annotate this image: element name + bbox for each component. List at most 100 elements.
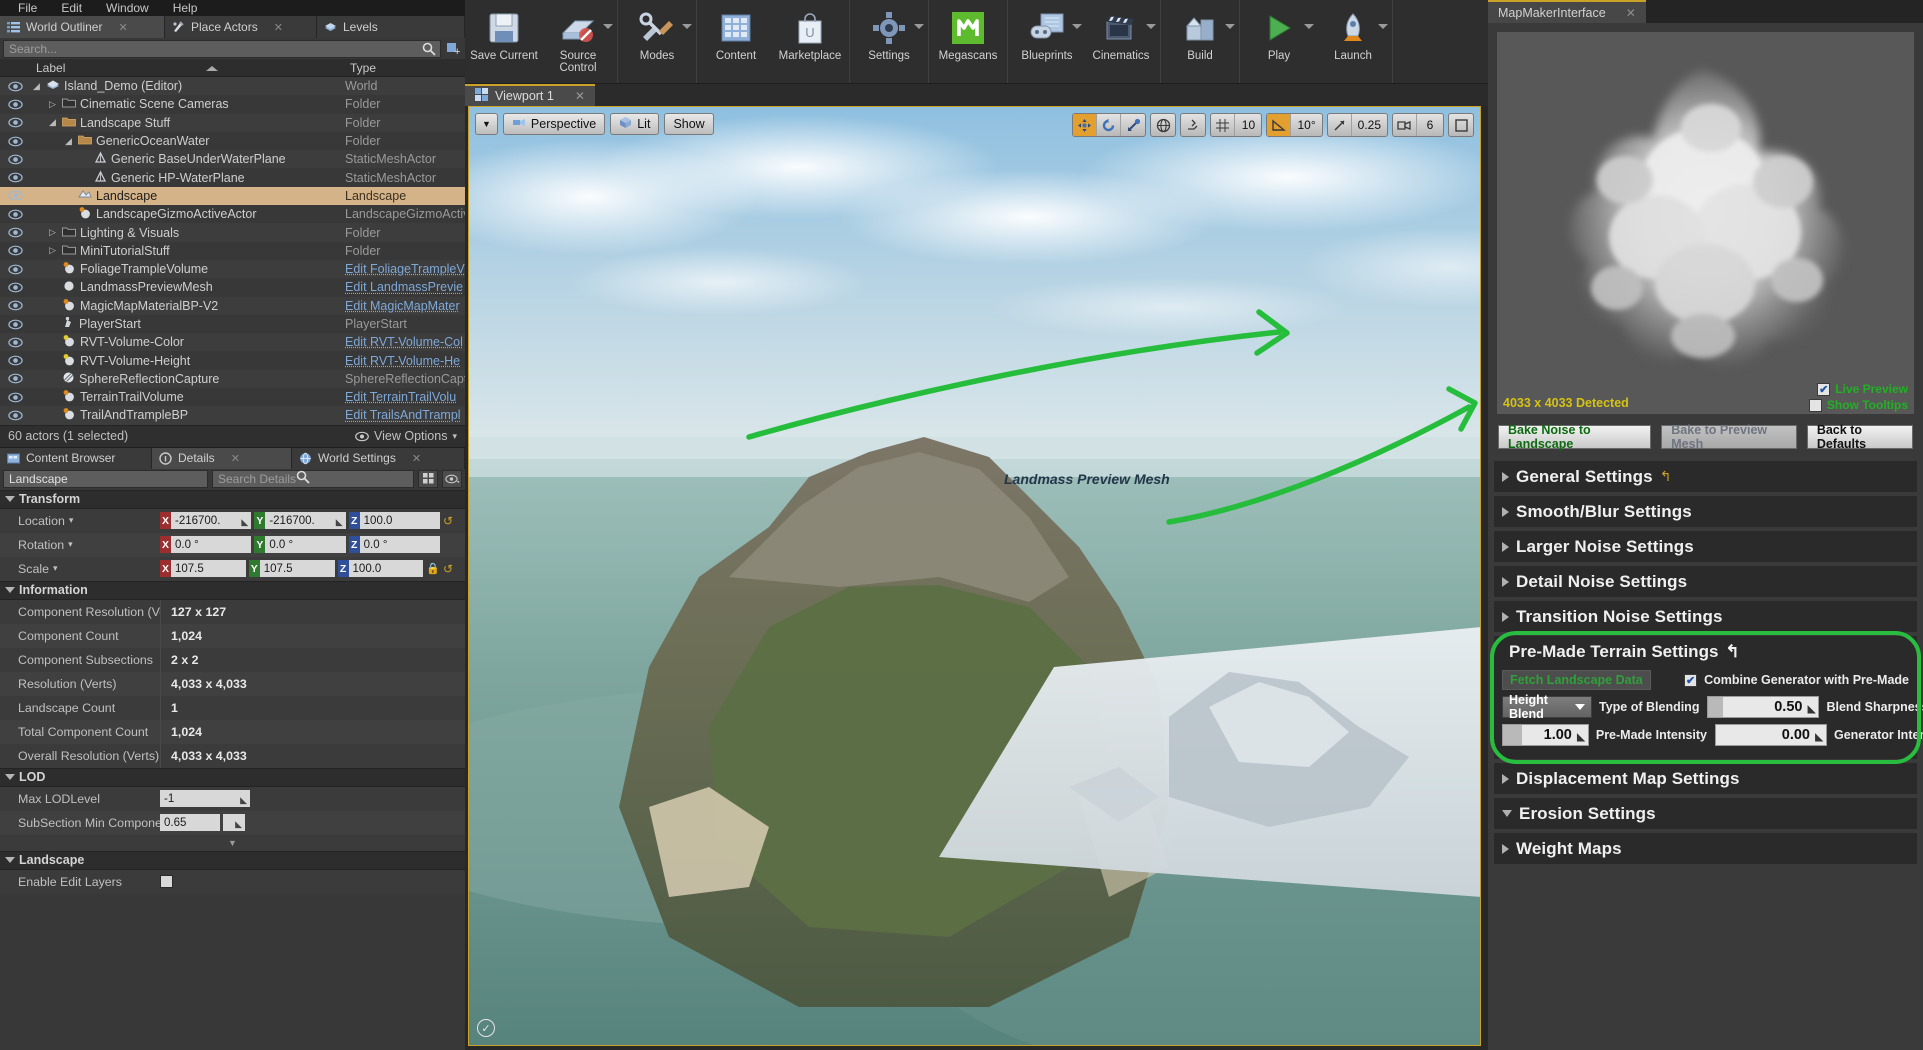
mapmaker-section-header[interactable]: Smooth/Blur Settings — [1494, 496, 1917, 527]
outliner-row[interactable]: MagicMapMaterialBP-V2 Edit MagicMapMater — [0, 296, 465, 315]
slider-knob[interactable] — [1708, 697, 1724, 717]
outliner-row-type[interactable]: Edit FoliageTrampleV — [345, 262, 465, 276]
blend-sharpness-slider[interactable]: 0.50 ◣ — [1707, 696, 1820, 718]
scale-x-input[interactable]: 107.5 — [171, 560, 246, 578]
world-icon[interactable] — [1151, 114, 1175, 136]
expand-arrow-icon[interactable]: ▷ — [47, 227, 58, 238]
outliner-row[interactable]: Generic HP-WaterPlane StaticMeshActor — [0, 168, 465, 187]
viewport-stats-icon[interactable]: ✓ — [477, 1019, 495, 1037]
rotation-z-input[interactable]: 0.0 ° — [359, 536, 440, 554]
generator-intensity-slider[interactable]: 0.00 ◣ — [1715, 724, 1827, 746]
category-transform[interactable]: Transform — [0, 489, 465, 509]
premade-intensity-slider[interactable]: 1.00 ◣ — [1502, 724, 1589, 746]
reset-scale-icon[interactable]: ↺ — [443, 562, 457, 576]
visibility-toggle-icon[interactable] — [0, 300, 31, 311]
outliner-row[interactable]: ▷ MiniTutorialStuff Folder — [0, 241, 465, 260]
bake-to-preview-mesh-button[interactable]: Bake to Preview Mesh — [1661, 423, 1797, 451]
location-z-input[interactable]: 100.0 — [359, 512, 440, 530]
toolbar-button-blueprints[interactable]: Blueprints — [1010, 0, 1084, 83]
reset-icon[interactable]: ↰ — [1725, 642, 1739, 662]
spinner-icon[interactable]: ◣ — [1815, 732, 1823, 743]
location-y-input[interactable]: -216700. ◣ — [265, 512, 346, 530]
camera-mode-button[interactable]: Perspective — [502, 113, 606, 135]
type-column-header[interactable]: Type — [345, 61, 465, 75]
visibility-toggle-icon[interactable] — [0, 282, 31, 293]
spinner-icon[interactable]: ◣ — [1577, 732, 1585, 743]
outliner-row[interactable]: SphereReflectionCapture SphereReflectionC… — [0, 369, 465, 389]
close-icon[interactable]: ✕ — [1626, 6, 1636, 20]
outliner-row[interactable]: Landscape Landscape — [0, 186, 465, 206]
max-lodlevel-input[interactable]: -1 ◣ — [160, 790, 250, 808]
category-lod[interactable]: LOD — [0, 767, 465, 787]
chevron-down-icon[interactable] — [914, 24, 924, 29]
add-actor-button[interactable]: + — [444, 40, 462, 58]
reset-location-icon[interactable]: ↺ — [443, 514, 457, 528]
scale-y-input[interactable]: 107.5 — [259, 560, 335, 578]
grid-snap-value[interactable]: 10 — [1235, 114, 1261, 136]
close-icon[interactable]: ✕ — [274, 21, 283, 34]
spinner-icon[interactable]: ◣ — [241, 517, 248, 528]
tab-content-browser[interactable]: Content Browser — [0, 447, 152, 469]
fetch-landscape-data-button[interactable]: Fetch Landscape Data — [1502, 670, 1651, 690]
combine-generator-checkbox[interactable]: ✔ — [1684, 673, 1698, 687]
visibility-toggle-icon[interactable] — [0, 227, 31, 238]
subsection-min-input[interactable]: 0.65 — [160, 814, 220, 832]
toolbar-button-content[interactable]: Content — [699, 0, 773, 83]
visibility-toggle-icon[interactable] — [0, 172, 31, 183]
toolbar-button-marketplace[interactable]: U Marketplace — [773, 0, 847, 83]
expand-more-handle[interactable]: ▼ — [0, 834, 465, 851]
spinner-icon[interactable]: ◣ — [235, 819, 242, 830]
tab-place-actors[interactable]: Place Actors ✕ — [165, 16, 317, 38]
outliner-row[interactable]: FoliageTrampleVolume Edit FoliageTrampleV — [0, 259, 465, 279]
outliner-row[interactable]: ▷ Cinematic Scene Cameras Folder — [0, 95, 465, 114]
rotation-x-input[interactable]: 0.0 ° — [171, 536, 252, 554]
outliner-row[interactable]: TerrainTrailVolume Edit TerrainTrailVolu — [0, 388, 465, 407]
show-flags-button[interactable]: Show — [664, 113, 714, 135]
mapmaker-section-header[interactable]: Detail Noise Settings — [1494, 566, 1917, 597]
menu-item-help[interactable]: Help — [161, 0, 210, 16]
camera-speed-icon[interactable] — [1393, 114, 1417, 136]
visibility-toggle-icon[interactable] — [0, 136, 31, 147]
toolbar-button-source-control[interactable]: Source Control — [541, 0, 615, 83]
scale-snap-value[interactable]: 0.25 — [1352, 114, 1387, 136]
outliner-row[interactable]: LandscapeGizmoActiveActor LandscapeGizmoA… — [0, 205, 465, 224]
tab-world-outliner[interactable]: World Outliner ✕ — [0, 16, 165, 38]
location-x-input[interactable]: -216700. ◣ — [171, 512, 252, 530]
outliner-row[interactable]: Generic BaseUnderWaterPlane StaticMeshAct… — [0, 150, 465, 169]
subsection-spinner[interactable]: ◣ — [223, 814, 245, 832]
outliner-row[interactable]: PlayerStart PlayerStart — [0, 314, 465, 334]
bake-noise-to-landscape-button[interactable]: Bake Noise to Landscape — [1498, 423, 1652, 451]
lock-scale-icon[interactable]: 🔒 — [426, 562, 440, 575]
enable-edit-layers-checkbox[interactable] — [160, 875, 173, 889]
chevron-down-icon[interactable] — [1225, 24, 1235, 29]
close-icon[interactable]: ✕ — [575, 89, 585, 103]
visibility-toggle-icon[interactable] — [0, 319, 31, 330]
outliner-row-type[interactable]: Edit RVT-Volume-He — [345, 354, 465, 368]
outliner-row[interactable]: RVT-Volume-Color Edit RVT-Volume-Col — [0, 333, 465, 352]
toolbar-button-cinematics[interactable]: Cinematics — [1084, 0, 1158, 83]
expand-arrow-icon[interactable]: ▷ — [47, 245, 58, 256]
toolbar-button-build[interactable]: Build — [1163, 0, 1237, 83]
view-options-button[interactable]: View Options ▾ — [355, 429, 457, 443]
expand-arrow-icon[interactable]: ▷ — [47, 99, 58, 110]
outliner-row[interactable]: LandmassPreviewMesh Edit LandmassPrevie — [0, 278, 465, 297]
selected-object-name[interactable]: Landscape — [3, 469, 208, 488]
menu-item-window[interactable]: Window — [94, 0, 161, 16]
category-information[interactable]: Information — [0, 580, 465, 600]
outliner-row-type[interactable]: Edit TerrainTrailVolu — [345, 390, 465, 404]
visibility-toggle-icon[interactable] — [0, 99, 31, 110]
collapse-arrow-icon[interactable]: ◢ — [63, 136, 74, 147]
translate-icon[interactable] — [1073, 114, 1098, 136]
mapmaker-section-header[interactable]: General Settings ↰ — [1494, 461, 1917, 492]
tab-levels[interactable]: Levels — [317, 16, 465, 38]
toolbar-button-save-current[interactable]: Save Current — [467, 0, 541, 83]
angle-snap-icon[interactable] — [1267, 114, 1292, 136]
back-to-defaults-button[interactable]: Back to Defaults — [1806, 423, 1913, 451]
visibility-toggle-icon[interactable] — [0, 392, 31, 403]
reset-icon[interactable]: ↰ — [1660, 468, 1672, 485]
toolbar-button-modes[interactable]: Modes — [620, 0, 694, 83]
tab-mapmaker-interface[interactable]: MapMakerInterface ✕ — [1488, 0, 1646, 23]
view-mode-button[interactable]: Lit — [610, 113, 660, 135]
chevron-down-icon[interactable] — [1304, 24, 1314, 29]
maximize-icon[interactable] — [1449, 114, 1473, 136]
